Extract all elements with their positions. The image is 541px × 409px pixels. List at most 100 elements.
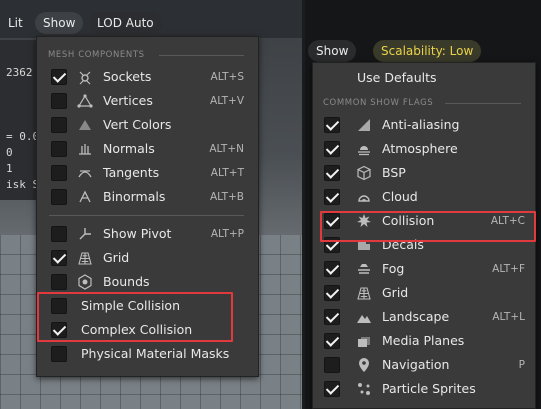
show-button[interactable]: Show <box>35 12 84 34</box>
checkbox[interactable] <box>324 189 340 205</box>
menu-item-fog[interactable]: Fog ALT+F <box>313 257 535 281</box>
menu-item-atmosphere[interactable]: Atmosphere <box>313 137 535 161</box>
checkbox[interactable] <box>324 165 340 181</box>
menu-item-label: Collision <box>382 213 435 228</box>
menu-item-physical-material-masks[interactable]: Physical Material Masks <box>37 342 258 366</box>
menu-item-navigation[interactable]: Navigation P <box>313 353 535 377</box>
checkbox[interactable] <box>324 213 340 229</box>
menu-item-label: Physical Material Masks <box>81 346 230 361</box>
use-defaults-item[interactable]: Use Defaults <box>313 63 535 93</box>
menu-item-binormals[interactable]: Binormals ALT+B <box>37 185 258 209</box>
menu-item-landscape[interactable]: Landscape ALT+L <box>313 305 535 329</box>
lod-button[interactable]: LOD Auto <box>89 12 162 34</box>
binormals-icon <box>77 189 93 205</box>
atmosphere-icon <box>356 141 372 157</box>
checkbox[interactable] <box>324 381 340 397</box>
checkbox[interactable] <box>51 141 67 157</box>
checkbox[interactable] <box>324 261 340 277</box>
show-button[interactable]: Show <box>308 40 357 62</box>
vertices-icon <box>77 93 93 109</box>
checkbox[interactable] <box>51 226 67 242</box>
shortcut-text: ALT+N <box>209 143 244 155</box>
menu-item-label: Bounds <box>103 274 150 289</box>
stat-text: = 0.0 <box>6 130 40 143</box>
menu-item-label: Vertices <box>103 93 153 108</box>
checkbox[interactable] <box>51 189 67 205</box>
shortcut-text: ALT+S <box>210 71 244 83</box>
menu-item-bsp[interactable]: BSP <box>313 161 535 185</box>
menu-item-vertices[interactable]: Vertices ALT+V <box>37 89 258 113</box>
shortcut-text: ALT+V <box>210 95 244 107</box>
normals-icon <box>77 141 93 157</box>
checkbox[interactable] <box>324 237 340 253</box>
menu-item-label: Landscape <box>382 309 450 324</box>
menu-item-label: Grid <box>103 250 130 265</box>
checkbox[interactable] <box>51 165 67 181</box>
menu-item-vert-colors[interactable]: Vert Colors <box>37 113 258 137</box>
checkbox[interactable] <box>324 357 340 373</box>
menu-item-label: Media Planes <box>382 333 465 348</box>
pivot-icon <box>77 226 93 242</box>
stat-text: 2362 <box>6 66 33 79</box>
menu-item-complex-collision[interactable]: Complex Collision <box>37 318 258 342</box>
menu-item-anti-aliasing[interactable]: Anti-aliasing <box>313 113 535 137</box>
menu-item-media-planes[interactable]: Media Planes <box>313 329 535 353</box>
menu-item-label: Grid <box>382 285 409 300</box>
section-header: MESH COMPONENTS <box>37 45 258 65</box>
shortcut-text: ALT+L <box>492 311 525 323</box>
grid-icon <box>77 250 93 266</box>
scalability-button[interactable]: Scalability: Low <box>373 40 482 62</box>
checkbox[interactable] <box>51 346 67 362</box>
shortcut-text: ALT+P <box>210 228 244 240</box>
checkbox[interactable] <box>324 333 340 349</box>
lit-button[interactable]: Lit <box>4 12 27 34</box>
menu-item-grid[interactable]: Grid <box>313 281 535 305</box>
menu-item-simple-collision[interactable]: Simple Collision <box>37 294 258 318</box>
collision-icon <box>356 213 372 229</box>
grid-icon <box>356 285 372 301</box>
menu-item-label: Tangents <box>103 165 160 180</box>
menu-item-decals[interactable]: Decals <box>313 233 535 257</box>
menu-item-label: Simple Collision <box>81 298 181 313</box>
menu-item-normals[interactable]: Normals ALT+N <box>37 137 258 161</box>
menu-item-bounds[interactable]: Bounds <box>37 270 258 294</box>
menu-item-label: Show Pivot <box>103 226 172 241</box>
decals-icon <box>356 237 372 253</box>
shortcut-text: ALT+C <box>490 215 525 227</box>
menu-item-label: Binormals <box>103 189 166 204</box>
menu-item-label: Sockets <box>103 69 152 84</box>
landscape-icon <box>356 309 372 325</box>
checkbox[interactable] <box>51 298 67 314</box>
checkbox[interactable] <box>51 93 67 109</box>
menu-item-label: Atmosphere <box>382 141 458 156</box>
checkbox[interactable] <box>324 141 340 157</box>
menu-item-label: Anti-aliasing <box>382 117 460 132</box>
checkbox[interactable] <box>51 322 67 338</box>
fog-icon <box>356 261 372 277</box>
menu-item-particle-sprites[interactable]: Particle Sprites <box>313 377 535 401</box>
menu-separator <box>49 215 244 216</box>
checkbox[interactable] <box>51 69 67 85</box>
menu-item-cloud[interactable]: Cloud <box>313 185 535 209</box>
menu-item-label: Complex Collision <box>81 322 193 337</box>
menu-item-collision[interactable]: Collision ALT+C <box>313 209 535 233</box>
menu-item-label: Particle Sprites <box>382 381 476 396</box>
checkbox[interactable] <box>51 117 67 133</box>
menu-item-show-pivot[interactable]: Show Pivot ALT+P <box>37 222 258 246</box>
menu-item-label: BSP <box>382 165 406 180</box>
section-header: COMMON SHOW FLAGS <box>313 93 535 113</box>
menu-item-tangents[interactable]: Tangents ALT+T <box>37 161 258 185</box>
menu-item-sockets[interactable]: Sockets ALT+S <box>37 65 258 89</box>
checkbox[interactable] <box>51 250 67 266</box>
checkbox[interactable] <box>324 309 340 325</box>
show-menu-mesh-components: MESH COMPONENTS Sockets ALT+S Vertices ALT+… <box>36 36 259 377</box>
checkbox[interactable] <box>324 117 340 133</box>
checkbox[interactable] <box>324 285 340 301</box>
stat-text: 1 <box>6 162 13 175</box>
menu-item-grid[interactable]: Grid <box>37 246 258 270</box>
checkbox[interactable] <box>51 274 67 290</box>
vert-colors-icon <box>77 117 93 133</box>
menu-item-label: Normals <box>103 141 155 156</box>
navigation-icon <box>356 357 372 373</box>
anti-aliasing-icon <box>356 117 372 133</box>
